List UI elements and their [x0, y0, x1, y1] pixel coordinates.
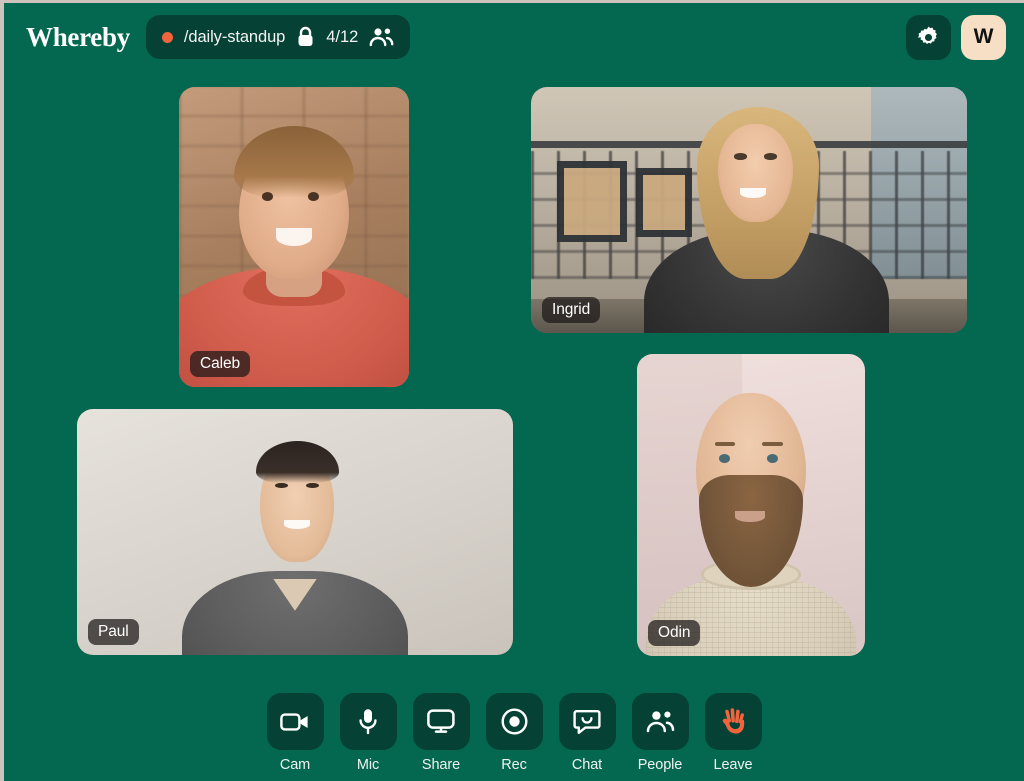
gear-icon	[916, 25, 941, 50]
people-button[interactable]: People	[631, 693, 689, 773]
video-stream-ingrid	[531, 87, 967, 333]
video-tile-paul[interactable]: Paul	[77, 409, 513, 655]
participant-name-badge: Caleb	[190, 350, 250, 377]
video-grid: Caleb Ingrid Paul Odin	[4, 71, 1024, 671]
share-button[interactable]: Share	[412, 693, 470, 773]
rec-button[interactable]: Rec	[485, 693, 543, 773]
whereby-meeting-window: Whereby /daily-standup 4/12 W Caleb Ingr…	[0, 0, 1024, 781]
meeting-toolbar: Cam Mic Share Rec Chat People Leave	[4, 693, 1024, 773]
video-stream-paul	[77, 409, 513, 655]
header-actions: W	[906, 14, 1006, 60]
microphone-icon	[339, 693, 397, 750]
screen-icon	[412, 693, 470, 750]
record-icon	[485, 693, 543, 750]
video-stream-odin	[637, 354, 865, 656]
lock-icon	[296, 26, 315, 48]
video-tile-caleb[interactable]: Caleb	[179, 87, 409, 387]
leave-label: Leave	[713, 757, 753, 773]
chat-icon	[558, 693, 616, 750]
rec-label: Rec	[501, 757, 527, 773]
header-bar: Whereby /daily-standup 4/12 W	[4, 3, 1024, 71]
participant-count-label: 4/12	[326, 27, 359, 46]
record-dot-icon	[161, 31, 173, 43]
chat-label: Chat	[571, 757, 603, 773]
room-name-label: /daily-standup	[183, 27, 286, 46]
video-tile-odin[interactable]: Odin	[637, 354, 865, 656]
participant-name-badge: Ingrid	[542, 296, 601, 323]
participant-name-badge: Paul	[88, 618, 139, 645]
chat-button[interactable]: Chat	[558, 693, 616, 773]
camera-icon	[266, 693, 324, 750]
people-icon	[369, 27, 394, 47]
participant-name-badge: Odin	[648, 619, 701, 646]
leave-button[interactable]: Leave	[704, 693, 762, 773]
settings-button[interactable]	[906, 14, 951, 60]
room-info-pill[interactable]: /daily-standup 4/12	[145, 15, 411, 59]
mic-label: Mic	[356, 757, 380, 773]
cam-button[interactable]: Cam	[266, 693, 324, 773]
mic-button[interactable]: Mic	[339, 693, 397, 773]
video-tile-ingrid[interactable]: Ingrid	[531, 87, 967, 333]
people-label: People	[637, 757, 683, 773]
cam-label: Cam	[279, 757, 311, 773]
people-icon	[631, 693, 689, 750]
share-label: Share	[421, 757, 461, 773]
user-avatar-button[interactable]: W	[961, 14, 1006, 60]
wave-hand-icon	[704, 693, 762, 750]
whereby-logo: Whereby	[26, 21, 130, 52]
video-stream-caleb	[179, 87, 409, 387]
